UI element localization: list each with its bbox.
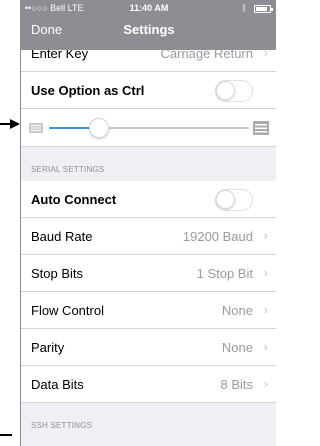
font-size-slider-row (21, 109, 276, 147)
phone-screen: ••○○○ Bell LTE 11:40 AM ᛒ Done Settings … (20, 0, 276, 446)
stop-bits-label: Stop Bits (31, 266, 84, 281)
status-time: 11:40 AM (129, 3, 169, 13)
chevron-right-icon: › (263, 50, 268, 60)
parity-value: None (221, 340, 253, 355)
callout-line (0, 434, 12, 436)
ssh-settings-title: SSH SETTINGS (31, 421, 93, 430)
ssh-settings-header: SSH SETTINGS (21, 403, 276, 437)
chevron-right-icon: › (263, 265, 268, 280)
battery-icon (254, 5, 273, 13)
toggle-knob (216, 190, 235, 209)
auto-connect-row: Auto Connect (21, 181, 276, 218)
data-bits-row[interactable]: Data Bits 8 Bits › (21, 366, 276, 403)
chevron-right-icon: › (263, 228, 268, 243)
baud-rate-value: 19200 Baud (182, 229, 253, 244)
nav-bar: Done Settings (21, 16, 276, 50)
auto-connect-label: Auto Connect (31, 192, 117, 207)
parity-label: Parity (31, 340, 65, 355)
terminal-group: Enter Key Carriage Return › Use Option a… (21, 50, 276, 147)
parity-row[interactable]: Parity None › (21, 329, 276, 366)
use-option-toggle[interactable] (215, 80, 253, 102)
status-bar: ••○○○ Bell LTE 11:40 AM ᛒ (21, 0, 276, 16)
enter-key-value: Carriage Return (160, 50, 254, 61)
callout-arrow (0, 119, 20, 129)
serial-settings-title: SERIAL SETTINGS (31, 165, 105, 174)
enter-key-label: Enter Key (31, 50, 89, 61)
baud-rate-label: Baud Rate (31, 229, 93, 244)
settings-list[interactable]: Enter Key Carriage Return › Use Option a… (21, 50, 276, 446)
chevron-right-icon: › (263, 302, 268, 317)
large-text-icon (253, 121, 269, 135)
flow-control-row[interactable]: Flow Control None › (21, 292, 276, 329)
slider-thumb[interactable] (89, 118, 109, 138)
flow-control-label: Flow Control (31, 303, 104, 318)
stop-bits-value: 1 Stop Bit (196, 266, 253, 281)
bluetooth-icon: ᛒ (241, 3, 247, 13)
use-option-label: Use Option as Ctrl (31, 83, 145, 98)
auto-connect-toggle[interactable] (215, 189, 253, 211)
slider-track[interactable] (49, 118, 249, 138)
chevron-right-icon: › (263, 376, 268, 391)
serial-group: Auto Connect Baud Rate 19200 Baud › Stop… (21, 181, 276, 403)
use-option-row: Use Option as Ctrl (21, 72, 276, 109)
page-title: Settings (123, 22, 175, 37)
data-bits-value: 8 Bits (220, 377, 253, 392)
data-bits-label: Data Bits (31, 377, 84, 392)
enter-key-row[interactable]: Enter Key Carriage Return › (21, 50, 276, 72)
serial-settings-header: SERIAL SETTINGS (21, 147, 276, 181)
chevron-right-icon: › (263, 339, 268, 354)
stop-bits-row[interactable]: Stop Bits 1 Stop Bit › (21, 255, 276, 292)
baud-rate-row[interactable]: Baud Rate 19200 Baud › (21, 218, 276, 255)
toggle-knob (216, 81, 235, 100)
small-text-icon (29, 123, 43, 133)
flow-control-value: None (221, 303, 253, 318)
top-bar: ••○○○ Bell LTE 11:40 AM ᛒ Done Settings (21, 0, 276, 50)
